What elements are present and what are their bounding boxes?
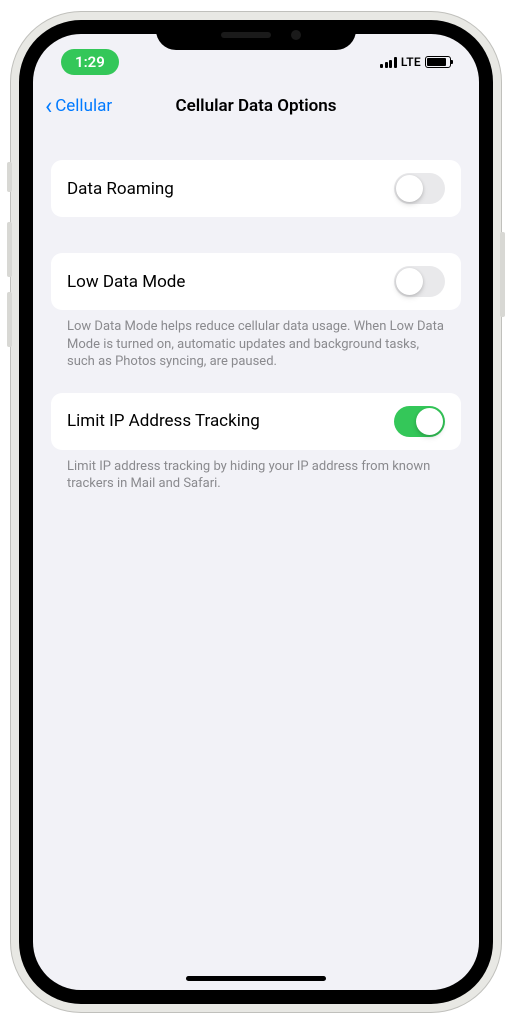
limit-ip-tracking-label: Limit IP Address Tracking [67, 411, 260, 431]
low-data-mode-footer: Low Data Mode helps reduce cellular data… [51, 310, 461, 371]
status-indicators: LTE [380, 55, 451, 69]
front-camera [291, 30, 301, 40]
toggle-knob [396, 175, 423, 202]
device-bezel: 1:29 LTE ‹ Cellular Cellular Data Option… [19, 20, 493, 1004]
screen: 1:29 LTE ‹ Cellular Cellular Data Option… [33, 34, 479, 990]
settings-content: Data Roaming Low Data Mode Low Data Mode… [33, 130, 479, 493]
limit-ip-tracking-toggle[interactable] [394, 406, 445, 437]
cellular-signal-icon [380, 56, 397, 68]
limit-ip-tracking-footer: Limit IP address tracking by hiding your… [51, 450, 461, 493]
navigation-bar: ‹ Cellular Cellular Data Options [33, 82, 479, 130]
volume-down-button [7, 292, 12, 347]
limit-ip-tracking-cell: Limit IP Address Tracking [51, 393, 461, 450]
home-indicator[interactable] [186, 976, 326, 981]
device-frame: 1:29 LTE ‹ Cellular Cellular Data Option… [11, 12, 501, 1012]
data-roaming-cell: Data Roaming [51, 160, 461, 217]
data-roaming-toggle[interactable] [394, 173, 445, 204]
power-button [500, 232, 505, 317]
data-roaming-label: Data Roaming [67, 179, 174, 199]
back-label: Cellular [55, 96, 112, 116]
toggle-knob [396, 268, 423, 295]
status-time[interactable]: 1:29 [61, 49, 119, 75]
back-button[interactable]: ‹ Cellular [45, 94, 112, 118]
low-data-mode-label: Low Data Mode [67, 272, 185, 292]
speaker [221, 32, 271, 38]
volume-up-button [7, 222, 12, 277]
chevron-left-icon: ‹ [45, 94, 52, 118]
battery-icon [425, 56, 451, 68]
toggle-knob [416, 408, 443, 435]
low-data-mode-toggle[interactable] [394, 266, 445, 297]
network-type: LTE [401, 55, 421, 69]
notch [156, 20, 356, 50]
low-data-mode-cell: Low Data Mode [51, 253, 461, 310]
mute-switch [7, 162, 12, 192]
